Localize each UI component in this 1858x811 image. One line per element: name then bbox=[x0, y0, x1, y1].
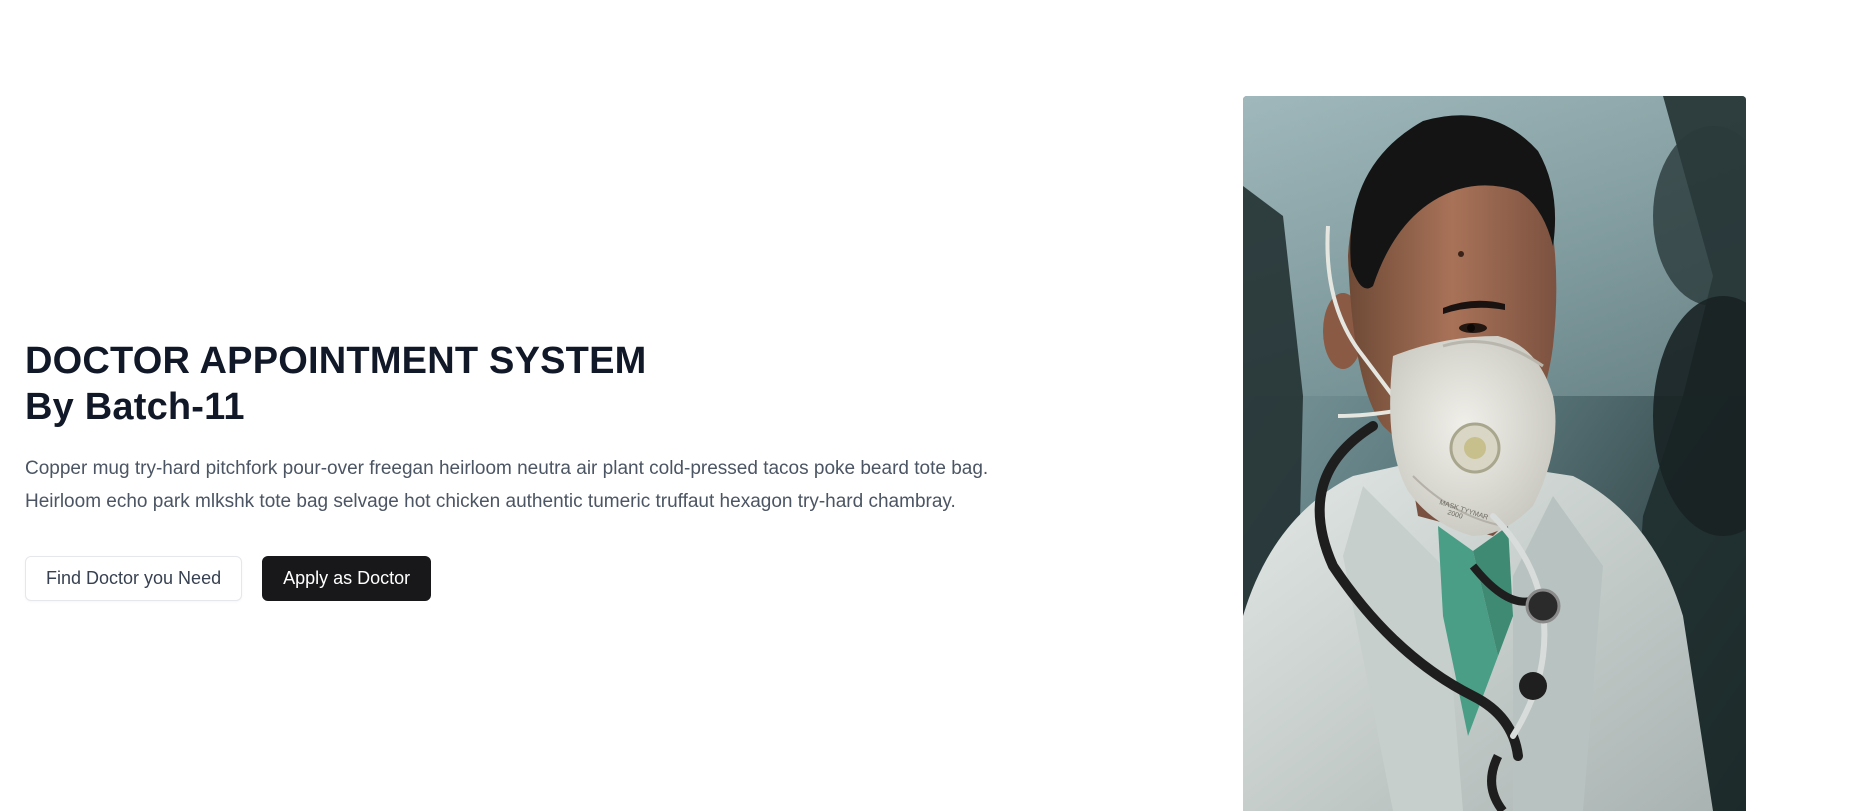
hero-description: Copper mug try-hard pitchfork pour-over … bbox=[25, 452, 1125, 518]
find-doctor-button[interactable]: Find Doctor you Need bbox=[25, 556, 243, 601]
hero-title: DOCTOR APPOINTMENT SYSTEM By Batch-11 bbox=[25, 338, 1125, 430]
hero-description-line2: Heirloom echo park mlkshk tote bag selva… bbox=[25, 491, 956, 512]
page: DOCTOR APPOINTMENT SYSTEM By Batch-11 Co… bbox=[0, 0, 1858, 811]
hero-section: DOCTOR APPOINTMENT SYSTEM By Batch-11 Co… bbox=[25, 338, 1125, 601]
hero-actions: Find Doctor you Need Apply as Doctor bbox=[25, 556, 1125, 601]
hero-title-line1: DOCTOR APPOINTMENT SYSTEM bbox=[25, 340, 647, 382]
hero-image-doctor: MASK TYYMAR 2000 bbox=[1243, 96, 1746, 811]
hero-title-line2: By Batch-11 bbox=[25, 386, 245, 428]
apply-as-doctor-button[interactable]: Apply as Doctor bbox=[262, 556, 432, 601]
hero-description-line1: Copper mug try-hard pitchfork pour-over … bbox=[25, 458, 989, 479]
